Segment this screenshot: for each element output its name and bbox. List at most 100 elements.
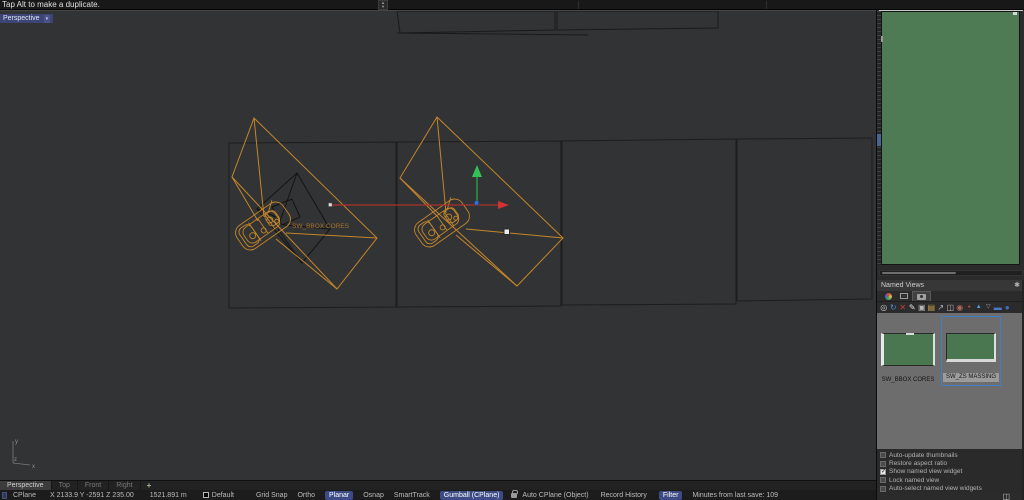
- cursor-coordinates: X 2133.9 Y -2591 Z 235.00: [49, 491, 134, 499]
- panel-tab-row: [877, 291, 1024, 302]
- axis-y-label: y: [15, 439, 18, 445]
- viewport-title-label[interactable]: Perspective: [3, 14, 40, 23]
- command-spinner[interactable]: ▲ ▼: [378, 0, 388, 10]
- last-save-info: Minutes from last save: 109: [692, 491, 779, 499]
- viewport-title[interactable]: Perspective ▾: [0, 14, 54, 23]
- toggle-auto-cplane[interactable]: Auto CPlane (Object): [522, 492, 588, 499]
- scrollbar-thumb[interactable]: [882, 272, 956, 274]
- sort-down-icon[interactable]: ▽: [984, 302, 994, 313]
- add-viewport-button[interactable]: +: [141, 481, 158, 490]
- option-label: Show named view widget: [889, 468, 963, 476]
- named-view-thumbnail-1[interactable]: [881, 333, 935, 366]
- option-label: Restore aspect ratio: [889, 460, 948, 468]
- scene-label: SW_BBOX CORES: [292, 223, 350, 230]
- preview-edge-tick: [881, 36, 883, 42]
- lock-icon[interactable]: [511, 489, 519, 498]
- status-bar: CPlane X 2133.9 Y -2591 Z 235.00 1521.89…: [0, 489, 876, 500]
- globe-icon[interactable]: ●: [1003, 302, 1013, 313]
- command-prompt: Tap Alt to make a duplicate.: [2, 0, 100, 9]
- export-views-icon[interactable]: ↗: [936, 302, 946, 313]
- option-label: Lock named view: [889, 476, 940, 484]
- cplane-axis-icon: y z x: [12, 439, 35, 470]
- list-style-icon[interactable]: ▬: [993, 302, 1003, 313]
- distance-readout: 1521.891 m: [149, 491, 187, 499]
- command-bar[interactable]: Tap Alt to make a duplicate. ▲ ▼: [0, 0, 1024, 10]
- current-layer[interactable]: Default: [212, 492, 234, 499]
- viewport-tab-strip: Perspective Top Front Right +: [0, 480, 876, 490]
- panel-detail-toggle-icon[interactable]: ◫: [1002, 493, 1010, 500]
- camera-icon: [917, 293, 926, 300]
- toggle-grid-snap[interactable]: Grid Snap: [256, 492, 288, 499]
- frustum-right-wireframe[interactable]: [399, 116, 564, 287]
- checkbox-auto-update[interactable]: [880, 452, 886, 459]
- named-views-options: Auto-update thumbnails Restore aspect ra…: [877, 449, 1024, 493]
- named-views-panel: Named Views ✱ ◎ ↻ ✕ ✎ ▣ ▤ ↗ ◫ ◉ ● ▲ ▽ ▬ …: [876, 10, 1024, 500]
- toggle-gumball[interactable]: Gumball (CPlane): [439, 490, 504, 500]
- screen-tab[interactable]: [896, 291, 912, 301]
- option-label: Auto-select named view widgets: [889, 485, 982, 493]
- save-view-icon[interactable]: ◎: [879, 302, 889, 313]
- copy-view-icon[interactable]: ▣: [917, 302, 927, 313]
- tab-top[interactable]: Top: [52, 481, 78, 490]
- drag-start-marker: [328, 202, 333, 207]
- import-views-icon[interactable]: ▤: [927, 302, 937, 313]
- paste-view-icon[interactable]: ◫: [946, 302, 956, 313]
- option-row[interactable]: Auto-update thumbnails: [877, 451, 1024, 459]
- gumball-x-arrow-icon[interactable]: [498, 201, 509, 209]
- checkbox-auto-select[interactable]: [880, 485, 886, 492]
- tab-front[interactable]: Front: [78, 481, 110, 490]
- monitor-icon: [900, 293, 908, 299]
- marker-icon[interactable]: ●: [965, 302, 975, 313]
- rhino-window: Tap Alt to make a duplicate. ▲ ▼ SW_BBOX…: [0, 0, 1024, 500]
- perspective-viewport[interactable]: SW_BBOX CORES y z x Perspective ▾: [0, 10, 876, 480]
- delete-view-icon[interactable]: ✕: [898, 302, 908, 313]
- option-row[interactable]: Restore aspect ratio: [877, 459, 1024, 467]
- tab-perspective[interactable]: Perspective: [0, 481, 52, 490]
- viewport-scene: SW_BBOX CORES y z x: [12, 11, 873, 470]
- panel-header[interactable]: Named Views ✱: [877, 280, 1024, 291]
- named-views-tab[interactable]: [912, 291, 931, 301]
- cplane-menu[interactable]: CPlane: [13, 492, 36, 499]
- toggle-record-history[interactable]: Record History: [601, 492, 647, 499]
- status-pane-icon[interactable]: [2, 491, 7, 499]
- named-view-thumbnail-2[interactable]: [946, 333, 996, 362]
- preview-horizontal-scrollbar[interactable]: [879, 270, 1023, 276]
- distant-wireframe-boxes: [396, 11, 719, 36]
- color-wheel-icon: [884, 292, 892, 300]
- cursor-marker: [503, 228, 510, 235]
- layer-color-swatch[interactable]: [202, 492, 209, 498]
- gear-icon[interactable]: ✱: [1014, 280, 1020, 291]
- named-views-list: SW_BBOX CORES SW_ZS MASSING: [877, 313, 1024, 449]
- toggle-ortho[interactable]: Ortho: [297, 492, 315, 499]
- gumball-origin-handle[interactable]: [474, 200, 479, 206]
- massing-model-right[interactable]: [409, 193, 474, 251]
- option-row[interactable]: Lock named view: [877, 476, 1024, 484]
- toggle-smarttrack[interactable]: SmartTrack: [394, 492, 430, 499]
- widget-view-icon[interactable]: ◉: [955, 302, 965, 313]
- toggle-filter[interactable]: Filter: [658, 490, 683, 500]
- toggle-osnap[interactable]: Osnap: [363, 492, 384, 499]
- spinner-down-icon[interactable]: ▼: [381, 5, 385, 9]
- frustum-left-wireframe[interactable]: [231, 117, 378, 290]
- checkbox-restore-aspect[interactable]: [880, 460, 886, 467]
- preview-corner-widget[interactable]: [1013, 12, 1017, 15]
- display-mode-tab[interactable]: [880, 291, 896, 301]
- command-bar-divider: [578, 1, 579, 9]
- named-view-label-2[interactable]: SW_ZS MASSING: [943, 373, 999, 382]
- restore-view-icon[interactable]: ↻: [889, 302, 899, 313]
- gumball-z-arrow-icon[interactable]: [472, 165, 482, 177]
- option-row[interactable]: Show named view widget: [877, 468, 1024, 476]
- named-view-label-1[interactable]: SW_BBOX CORES: [877, 377, 939, 383]
- gumball-widget[interactable]: [328, 165, 510, 209]
- named-views-toolbar: ◎ ↻ ✕ ✎ ▣ ▤ ↗ ◫ ◉ ● ▲ ▽ ▬ ●: [877, 302, 1024, 313]
- tab-right[interactable]: Right: [109, 481, 141, 490]
- checkbox-show-widget[interactable]: [880, 468, 886, 475]
- rename-view-icon[interactable]: ✎: [908, 302, 918, 313]
- named-view-preview[interactable]: [881, 11, 1020, 265]
- thumbnail-notch: [906, 333, 914, 335]
- sort-up-icon[interactable]: ▲: [974, 302, 984, 313]
- checkbox-lock-view[interactable]: [880, 477, 886, 484]
- axis-z-label: z: [14, 457, 17, 463]
- viewport-title-dropdown-icon[interactable]: ▾: [43, 14, 51, 23]
- toggle-planar[interactable]: Planar: [325, 490, 354, 500]
